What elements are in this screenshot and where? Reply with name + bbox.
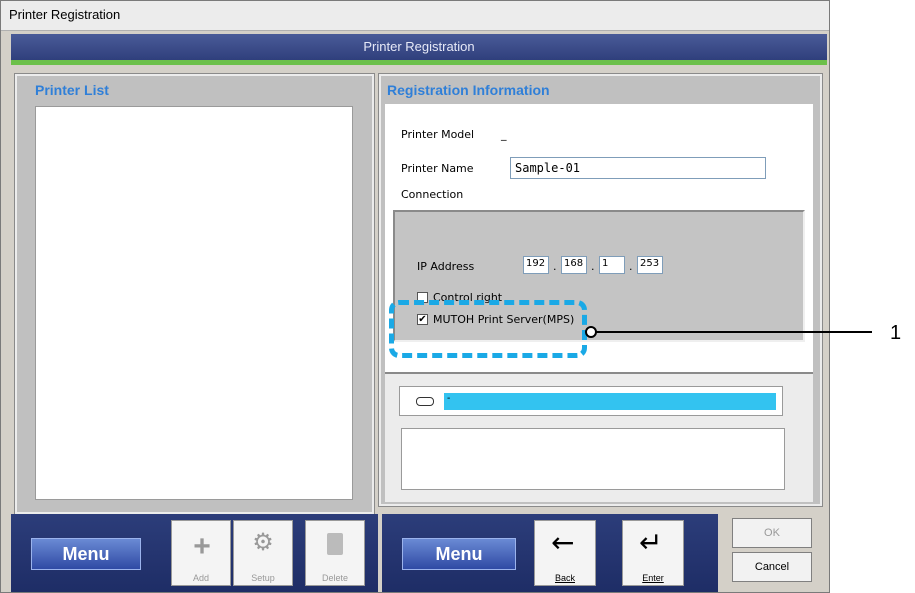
ok-button[interactable]: OK (732, 518, 812, 548)
cancel-button[interactable]: Cancel (732, 552, 812, 582)
ip-octet-1[interactable]: 192 (523, 256, 549, 274)
callout-leader-line (590, 331, 872, 333)
delete-button[interactable]: Delete (305, 520, 365, 586)
status-bar: - (444, 393, 776, 410)
ip-octet-4[interactable]: 253 (637, 256, 663, 274)
trash-icon (327, 533, 343, 555)
status-area: - (385, 372, 813, 502)
registration-info-panel: Registration Information Printer Model _… (378, 73, 823, 507)
setup-button-label: Setup (251, 573, 275, 583)
ip-address-label: IP Address (417, 260, 475, 273)
gear-icon: ⚙ (252, 529, 274, 556)
status-message-box (401, 428, 785, 490)
ip-separator: . (553, 260, 557, 273)
left-toolbar: Menu + Add ⚙ Setup Delete (11, 514, 378, 592)
setup-button[interactable]: ⚙ Setup (233, 520, 293, 586)
header-accent-strip (11, 60, 827, 65)
ip-octet-2[interactable]: 168 (561, 256, 587, 274)
printer-model-label: Printer Model (401, 128, 475, 141)
ip-octet-3[interactable]: 1 (599, 256, 625, 274)
printer-name-input[interactable] (510, 157, 766, 179)
callout-number: 1 (890, 322, 902, 344)
printer-name-label: Printer Name (401, 162, 474, 175)
printer-list-box[interactable] (35, 106, 353, 500)
menu-button[interactable]: Menu (31, 538, 141, 570)
registration-info-title: Registration Information (387, 82, 550, 98)
connection-label: Connection (401, 188, 464, 201)
right-toolbar: Menu ← Back ↵ Enter (382, 514, 718, 592)
status-row: - (399, 386, 783, 416)
callout-dot (585, 326, 597, 338)
enter-button[interactable]: ↵ Enter (622, 520, 684, 586)
window-title: Printer Registration (1, 1, 829, 31)
printer-list-panel: Printer List (14, 73, 375, 515)
ip-separator: . (591, 260, 595, 273)
menu-button[interactable]: Menu (402, 538, 516, 570)
printer-list-title: Printer List (35, 82, 109, 98)
status-indicator-icon (416, 397, 434, 406)
back-arrow-icon: ← (551, 526, 575, 559)
add-button[interactable]: + Add (171, 520, 231, 586)
enter-button-label: Enter (642, 573, 664, 583)
callout-highlight (389, 300, 587, 358)
plus-icon: + (193, 530, 211, 563)
ip-separator: . (629, 260, 633, 273)
printer-model-value: _ (501, 128, 507, 141)
delete-button-label: Delete (321, 573, 348, 583)
enter-arrow-icon: ↵ (639, 526, 663, 559)
back-button-label: Back (554, 573, 575, 583)
page-title: Printer Registration (11, 34, 827, 60)
add-button-label: Add (192, 573, 209, 583)
back-button[interactable]: ← Back (534, 520, 596, 586)
printer-registration-window: Printer Registration Printer Registratio… (0, 0, 830, 593)
